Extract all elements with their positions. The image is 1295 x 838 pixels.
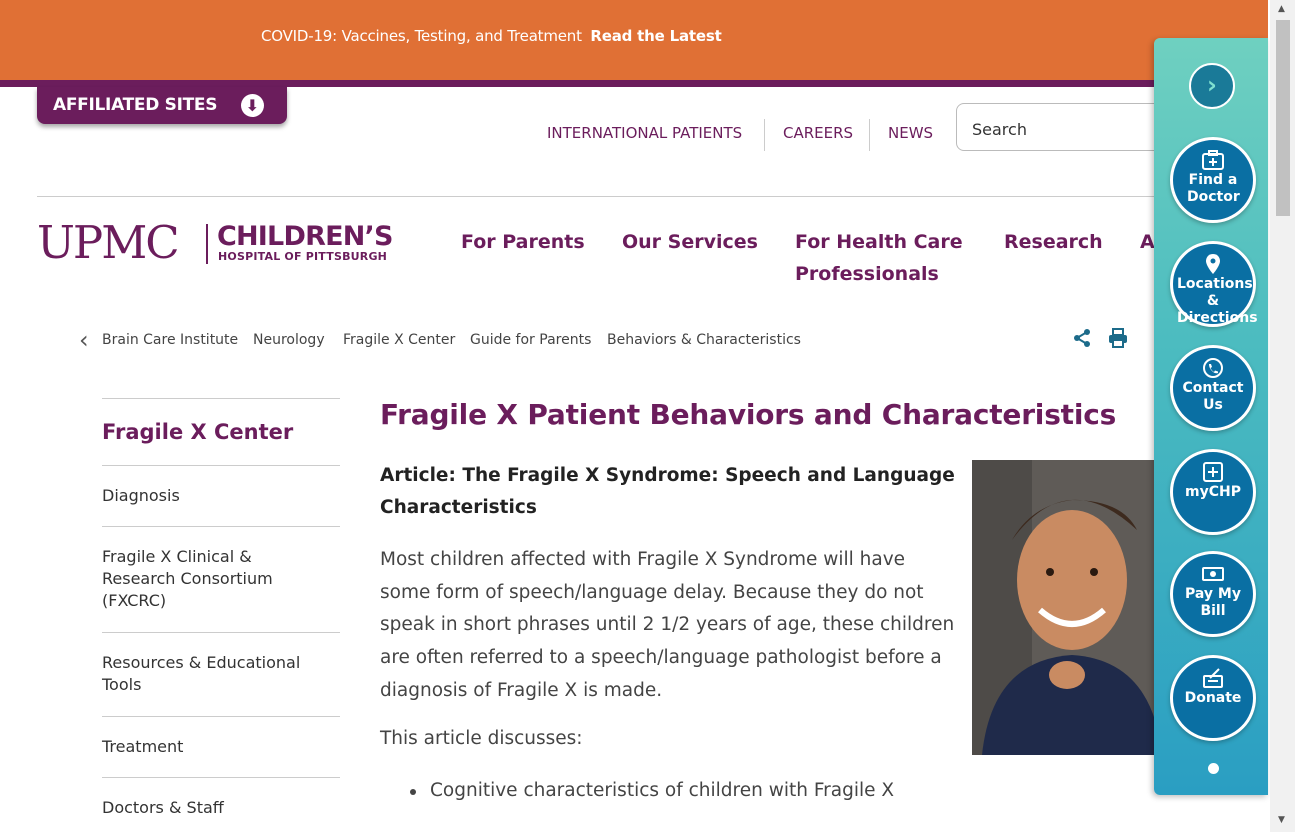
map-pin-icon [1202,254,1224,274]
scroll-up-icon[interactable]: ▲ [1278,4,1285,14]
print-icon[interactable] [1108,328,1128,353]
news-link[interactable]: NEWS [888,124,933,142]
breadcrumb-item[interactable]: Fragile X Center [343,332,455,348]
article-discusses-text: This article discusses: [380,728,583,749]
phone-icon [1202,358,1224,378]
breadcrumb-item[interactable]: Neurology [253,332,325,348]
mychp-button[interactable]: myCHP [1170,449,1256,535]
nav-for-health-care-professionals[interactable]: For Health Care Professionals [795,226,963,290]
header-divider [37,196,1167,197]
search-input[interactable]: Search [956,103,1186,151]
sidenav-item-doctors-staff[interactable]: Doctors & Staff [102,777,340,838]
affiliated-sites-label: AFFILIATED SITES [53,95,218,115]
page-title: Fragile X Patient Behaviors and Characte… [380,398,1117,431]
divider [869,119,870,151]
side-navigation: Fragile X Center Diagnosis Fragile X Cli… [102,398,340,838]
find-a-doctor-button[interactable]: Find a Doctor [1170,137,1256,223]
chevron-left-icon[interactable]: ‹ [79,326,89,354]
arrow-down-icon: ⬇ [241,94,264,117]
sidenav-item-fxcrc[interactable]: Fragile X Clinical & Research Consortium… [102,526,340,632]
portal-icon [1202,462,1224,482]
share-icon[interactable] [1072,328,1092,353]
contact-us-button[interactable]: Contact Us [1170,345,1256,431]
breadcrumb-item[interactable]: Guide for Parents [470,332,591,348]
nav-for-parents[interactable]: For Parents [461,226,585,258]
child-photo [972,460,1162,755]
sidenav-item-treatment[interactable]: Treatment [102,716,340,777]
donate-button[interactable]: Donate [1170,655,1256,741]
divider [764,119,765,151]
intro-paragraph: Most children affected with Fragile X Sy… [380,549,955,701]
logo-upmc-text: UPMC [37,216,180,269]
nav-truncated-item[interactable]: A [1140,226,1155,258]
quick-links-panel: › Find a Doctor Locations & Directions C… [1154,38,1268,795]
bullet-marker [410,789,416,795]
breadcrumb-item[interactable]: Brain Care Institute [102,332,238,348]
locations-directions-button[interactable]: Locations & Directions [1170,241,1258,327]
breadcrumb-item[interactable]: Behaviors & Characteristics [607,332,801,348]
carousel-indicator[interactable] [1208,763,1219,774]
read-latest-link[interactable]: Read the Latest [590,27,721,45]
chevron-right-icon[interactable]: › [1189,63,1235,109]
medical-kit-icon [1202,150,1224,170]
pay-my-bill-button[interactable]: Pay My Bill [1170,551,1256,637]
nav-our-services[interactable]: Our Services [622,226,758,258]
scrollbar-thumb[interactable] [1276,20,1290,216]
search-placeholder: Search [972,120,1027,139]
article-heading: Article: The Fragile X Syndrome: Speech … [380,465,955,518]
logo-childrens-text: CHILDREN’S [217,221,393,252]
sidenav-item-resources[interactable]: Resources & Educational Tools [102,632,340,716]
list-item: Cognitive characteristics of children wi… [430,780,895,801]
careers-link[interactable]: CAREERS [783,124,853,142]
affiliated-sites-button[interactable]: AFFILIATED SITES ⬇ [37,87,287,124]
sidenav-title[interactable]: Fragile X Center [102,398,340,465]
sidenav-item-diagnosis[interactable]: Diagnosis [102,465,340,526]
logo-divider [206,224,208,264]
nav-research[interactable]: Research [1004,226,1103,258]
scroll-down-icon[interactable]: ▼ [1278,815,1285,825]
covid-banner: COVID-19: Vaccines, Testing, and Treatme… [0,0,1268,87]
donate-icon [1202,668,1224,688]
international-patients-link[interactable]: INTERNATIONAL PATIENTS [547,124,742,142]
logo-hospital-text: HOSPITAL OF PITTSBURGH [218,250,388,263]
covid-banner-text[interactable]: COVID-19: Vaccines, Testing, and Treatme… [261,27,722,45]
money-icon [1202,564,1224,584]
